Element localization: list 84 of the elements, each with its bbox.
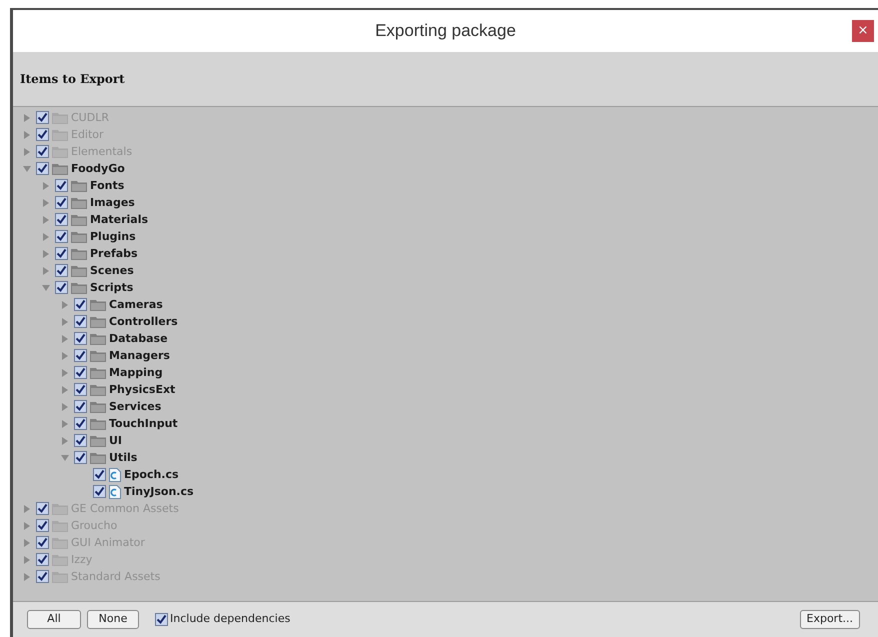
checkbox[interactable] xyxy=(36,111,49,124)
item-label: TinyJson.cs xyxy=(124,486,194,497)
item-label: Managers xyxy=(109,350,170,361)
item-label: FoodyGo xyxy=(71,163,125,174)
item-label: Cameras xyxy=(109,299,163,310)
item-label: Materials xyxy=(90,214,148,225)
folder-icon xyxy=(71,214,87,226)
item-label: Database xyxy=(109,333,168,344)
item-label: Controllers xyxy=(109,316,178,327)
checkbox[interactable] xyxy=(36,519,49,532)
checkbox[interactable] xyxy=(36,502,49,515)
folder-icon xyxy=(52,554,68,566)
checkbox[interactable] xyxy=(55,196,68,209)
checkbox[interactable] xyxy=(74,366,87,379)
checkbox[interactable] xyxy=(74,298,87,311)
checkbox[interactable] xyxy=(36,570,49,583)
item-label: Fonts xyxy=(90,180,124,191)
item-label: Mapping xyxy=(109,367,163,378)
checkbox[interactable] xyxy=(155,613,168,626)
folder-icon xyxy=(90,350,106,362)
item-label: Scripts xyxy=(90,282,134,293)
folder-icon xyxy=(90,298,106,310)
folder-icon xyxy=(52,146,68,158)
checkbox[interactable] xyxy=(36,162,49,175)
item-label: PhysicsExt xyxy=(109,384,176,395)
folder-icon xyxy=(71,180,87,192)
item-label: Prefabs xyxy=(90,248,138,259)
checkbox[interactable] xyxy=(55,179,68,192)
folder-icon xyxy=(71,248,87,260)
export-button[interactable]: Export... xyxy=(800,610,860,629)
folder-icon xyxy=(90,384,106,396)
folder-icon xyxy=(52,570,68,582)
select-none-button[interactable]: None xyxy=(87,610,139,629)
checkbox[interactable] xyxy=(74,434,87,447)
folder-icon xyxy=(52,536,68,548)
checkbox[interactable] xyxy=(36,553,49,566)
checkbox[interactable] xyxy=(36,145,49,158)
folder-icon xyxy=(71,282,87,294)
folder-icon xyxy=(90,332,106,344)
window-title: Exporting package xyxy=(375,20,516,42)
folder-icon xyxy=(90,452,106,464)
checkbox[interactable] xyxy=(74,400,87,413)
folder-icon xyxy=(71,196,87,208)
close-button[interactable]: × xyxy=(852,20,874,42)
select-all-button[interactable]: All xyxy=(27,610,81,629)
folder-icon xyxy=(71,230,87,242)
folder-icon xyxy=(52,162,68,174)
folder-icon xyxy=(90,418,106,430)
item-label: Plugins xyxy=(90,231,136,242)
item-label: Scenes xyxy=(90,265,134,276)
checkbox[interactable] xyxy=(74,332,87,345)
folder-icon xyxy=(52,502,68,514)
script-file-icon xyxy=(109,484,121,498)
folder-icon xyxy=(52,128,68,140)
folder-icon xyxy=(90,366,106,378)
checkbox[interactable] xyxy=(93,468,106,481)
checkbox[interactable] xyxy=(74,383,87,396)
section-title: Items to Export xyxy=(20,71,125,88)
checkbox[interactable] xyxy=(74,451,87,464)
item-label: Epoch.cs xyxy=(124,469,179,480)
folder-icon xyxy=(52,112,68,124)
checkbox[interactable] xyxy=(74,349,87,362)
item-label: UI xyxy=(109,435,122,446)
checkbox[interactable] xyxy=(55,281,68,294)
folder-icon xyxy=(52,520,68,532)
item-label: TouchInput xyxy=(109,418,178,429)
checkbox-label: Include dependencies xyxy=(170,611,290,628)
checkbox[interactable] xyxy=(55,213,68,226)
folder-icon xyxy=(90,434,106,446)
item-label: Utils xyxy=(109,452,138,463)
folder-icon xyxy=(90,400,106,412)
checkbox[interactable] xyxy=(55,230,68,243)
checkbox[interactable] xyxy=(74,315,87,328)
script-file-icon xyxy=(109,468,121,482)
folder-icon xyxy=(90,316,106,328)
checkbox[interactable] xyxy=(93,485,106,498)
checkbox[interactable] xyxy=(55,247,68,260)
checkbox[interactable] xyxy=(36,536,49,549)
folder-icon xyxy=(71,264,87,276)
item-label: Services xyxy=(109,401,162,412)
checkbox[interactable] xyxy=(36,128,49,141)
checkbox[interactable] xyxy=(74,417,87,430)
item-label: Images xyxy=(90,197,135,208)
checkbox[interactable] xyxy=(55,264,68,277)
